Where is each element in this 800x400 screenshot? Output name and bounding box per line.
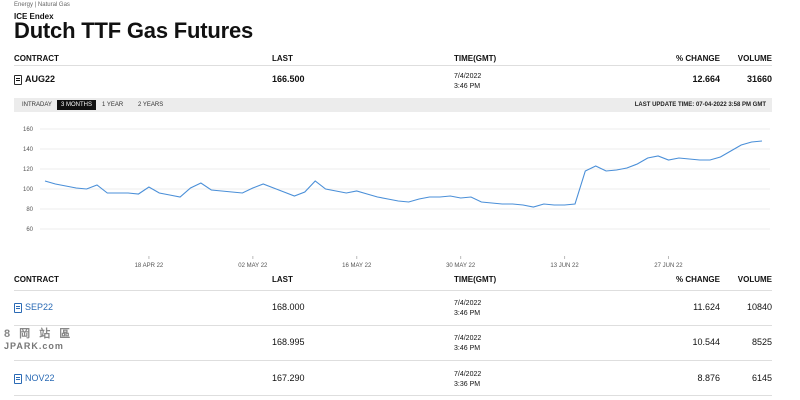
divider [14, 395, 772, 396]
main-time: 7/4/2022 3:46 PM [454, 72, 481, 92]
y-tick-label: 120 [23, 167, 34, 173]
main-contract[interactable]: AUG22 [14, 74, 55, 85]
table-header-change: % CHANGE [675, 275, 720, 284]
row-time-text: 3:36 PM [454, 381, 481, 388]
document-icon [14, 302, 22, 313]
y-tick-label: 100 [23, 187, 34, 193]
main-change: 12.664 [692, 74, 720, 84]
tab-3-months[interactable]: 3 MONTHS [57, 100, 97, 110]
header-volume: VOLUME [737, 54, 772, 63]
watermark-line1: 8 岡 站 區 [4, 328, 74, 340]
row-volume: 8525 [751, 337, 772, 347]
divider [14, 65, 772, 66]
x-tick-label: 13 JUN 22 [550, 263, 579, 269]
watermark-logo: 8 岡 站 區 JPARK.com [4, 325, 74, 353]
main-date-text: 7/4/2022 [454, 73, 482, 80]
main-time-text: 3:46 PM [454, 83, 481, 90]
price-line [44, 140, 763, 208]
header-contract: CONTRACT [14, 54, 59, 63]
main-last: 166.500 [272, 74, 305, 84]
price-chart: 60 80 100 120 140 160 18 APR 22 02 MAY 22 16 MA… [23, 127, 770, 269]
document-icon [14, 373, 22, 384]
y-tick-label: 80 [26, 207, 33, 213]
row-change: 11.624 [693, 302, 720, 312]
x-axis-ticks: 18 APR 22 02 MAY 22 16 MAY 22 30 MAY 22 13 J… [135, 256, 683, 269]
table-header-time: TIME(GMT) [454, 275, 497, 284]
row-time: 7/4/2022 3:46 PM [454, 334, 481, 354]
table-header-contract: CONTRACT [14, 275, 59, 284]
watermark-line2: JPARK.com [4, 341, 64, 351]
row-change: 8.876 [697, 373, 720, 383]
tab-1-year[interactable]: 1 YEAR [98, 100, 127, 110]
y-axis-ticks: 60 80 100 120 140 160 [23, 127, 34, 233]
last-update-time: LAST UPDATE TIME: 07-04-2022 3:58 PM GMT [634, 102, 766, 108]
row-time-text: 3:46 PM [454, 310, 481, 317]
x-tick-label: 16 MAY 22 [342, 263, 372, 269]
row-time: 7/4/2022 3:36 PM [454, 370, 481, 390]
chart-grid [40, 128, 770, 230]
page-title: Dutch TTF Gas Futures [14, 18, 254, 43]
x-tick-label: 30 MAY 22 [446, 263, 476, 269]
row-contract-name: NOV22 [25, 373, 55, 383]
row-date-text: 7/4/2022 [454, 371, 482, 378]
row-change: 10.544 [692, 337, 720, 347]
divider [14, 290, 772, 291]
row-date-text: 7/4/2022 [454, 335, 482, 342]
row-last: 167.290 [272, 373, 305, 383]
row-volume: 10840 [746, 302, 772, 312]
row-last: 168.000 [272, 302, 305, 312]
divider [14, 360, 772, 361]
y-tick-label: 140 [23, 147, 34, 153]
range-tabs: INTRADAY 3 MONTHS 1 YEAR 2 YEARS LAST UP… [14, 98, 772, 112]
tab-intraday[interactable]: INTRADAY [18, 100, 56, 110]
header-last: LAST [272, 54, 293, 63]
table-header-last: LAST [272, 275, 293, 284]
y-tick-label: 160 [23, 127, 34, 133]
x-tick-label: 18 APR 22 [135, 263, 164, 269]
contract-link-nov22[interactable]: NOV22 [14, 373, 55, 384]
row-time-text: 3:46 PM [454, 345, 481, 352]
main-volume: 31660 [746, 74, 772, 84]
header-time: TIME(GMT) [454, 54, 497, 63]
x-tick-label: 27 JUN 22 [654, 263, 683, 269]
row-last: 168.995 [272, 337, 305, 347]
divider [14, 325, 772, 326]
table-header-volume: VOLUME [737, 275, 772, 284]
contract-link-sep22[interactable]: SEP22 [14, 302, 53, 313]
main-contract-name: AUG22 [25, 74, 56, 84]
row-volume: 6145 [751, 373, 772, 383]
row-date-text: 7/4/2022 [454, 300, 482, 307]
row-time: 7/4/2022 3:46 PM [454, 299, 481, 319]
tab-2-years[interactable]: 2 YEARS [134, 100, 167, 110]
x-tick-label: 02 MAY 22 [238, 263, 268, 269]
header-change: % CHANGE [675, 54, 720, 63]
row-contract-name: SEP22 [25, 302, 54, 312]
y-tick-label: 60 [26, 227, 33, 233]
document-icon [14, 74, 22, 85]
breadcrumb[interactable]: Energy | Natural Gas [14, 2, 70, 8]
